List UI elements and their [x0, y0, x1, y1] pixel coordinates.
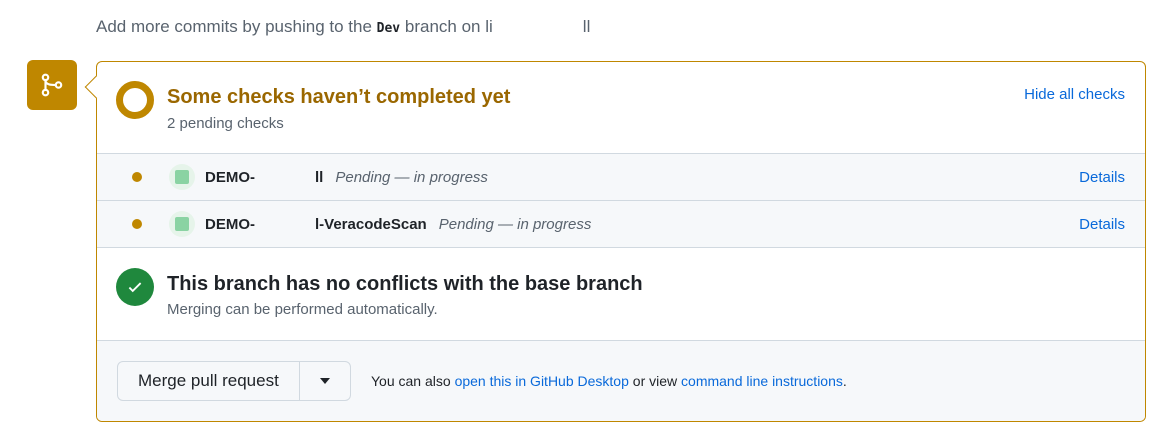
git-merge-icon — [27, 60, 77, 110]
check-name: DEMO-ll Pending — in progress — [205, 168, 488, 186]
check-circle-icon — [116, 268, 154, 306]
intro-text: Add more commits by pushing to the Dev b… — [96, 17, 590, 37]
intro-prefix: Add more commits by pushing to the — [96, 17, 372, 36]
checks-summary: Some checks haven’t completed yet 2 pend… — [97, 62, 1145, 154]
merge-button-group: Merge pull request — [117, 361, 351, 401]
merge-note: You can also open this in GitHub Desktop… — [371, 373, 847, 389]
merge-options-dropdown[interactable] — [300, 362, 350, 400]
checks-title: Some checks haven’t completed yet — [167, 86, 511, 108]
merge-pull-request-button[interactable]: Merge pull request — [118, 362, 300, 400]
intro-middle: branch on — [404, 17, 481, 36]
merge-section: Merge pull request You can also open thi… — [97, 341, 1145, 421]
conflicts-section: This branch has no conflicts with the ba… — [97, 248, 1145, 341]
app-avatar — [169, 211, 195, 237]
conflicts-subtitle: Merging can be performed automatically. — [167, 301, 438, 318]
caret-down-icon — [319, 378, 330, 384]
check-status: Pending — in progress — [335, 168, 488, 186]
check-status: Pending — in progress — [438, 215, 592, 233]
repo-suffix: ll — [582, 17, 591, 36]
checks-subtitle: 2 pending checks — [167, 115, 284, 132]
details-link[interactable]: Details — [1079, 216, 1125, 233]
check-row: DEMO-ll Pending — in progress Details — [97, 154, 1145, 201]
pending-icon — [116, 81, 154, 119]
details-link[interactable]: Details — [1079, 169, 1125, 186]
hide-all-checks-link[interactable]: Hide all checks — [1024, 86, 1125, 103]
open-github-desktop-link[interactable]: open this in GitHub Desktop — [455, 373, 629, 389]
merge-box: Some checks haven’t completed yet 2 pend… — [96, 61, 1146, 422]
branch-name: Dev — [376, 21, 401, 36]
conflicts-title: This branch has no conflicts with the ba… — [167, 273, 643, 295]
check-name: DEMO-l-VeracodeScan Pending — in progress — [205, 215, 592, 233]
check-row: DEMO-l-VeracodeScan Pending — in progress… — [97, 201, 1145, 248]
pending-dot-icon — [132, 172, 142, 182]
repo-name: li — [485, 17, 493, 36]
app-avatar — [169, 164, 195, 190]
pending-dot-icon — [132, 219, 142, 229]
command-line-instructions-link[interactable]: command line instructions — [681, 373, 843, 389]
